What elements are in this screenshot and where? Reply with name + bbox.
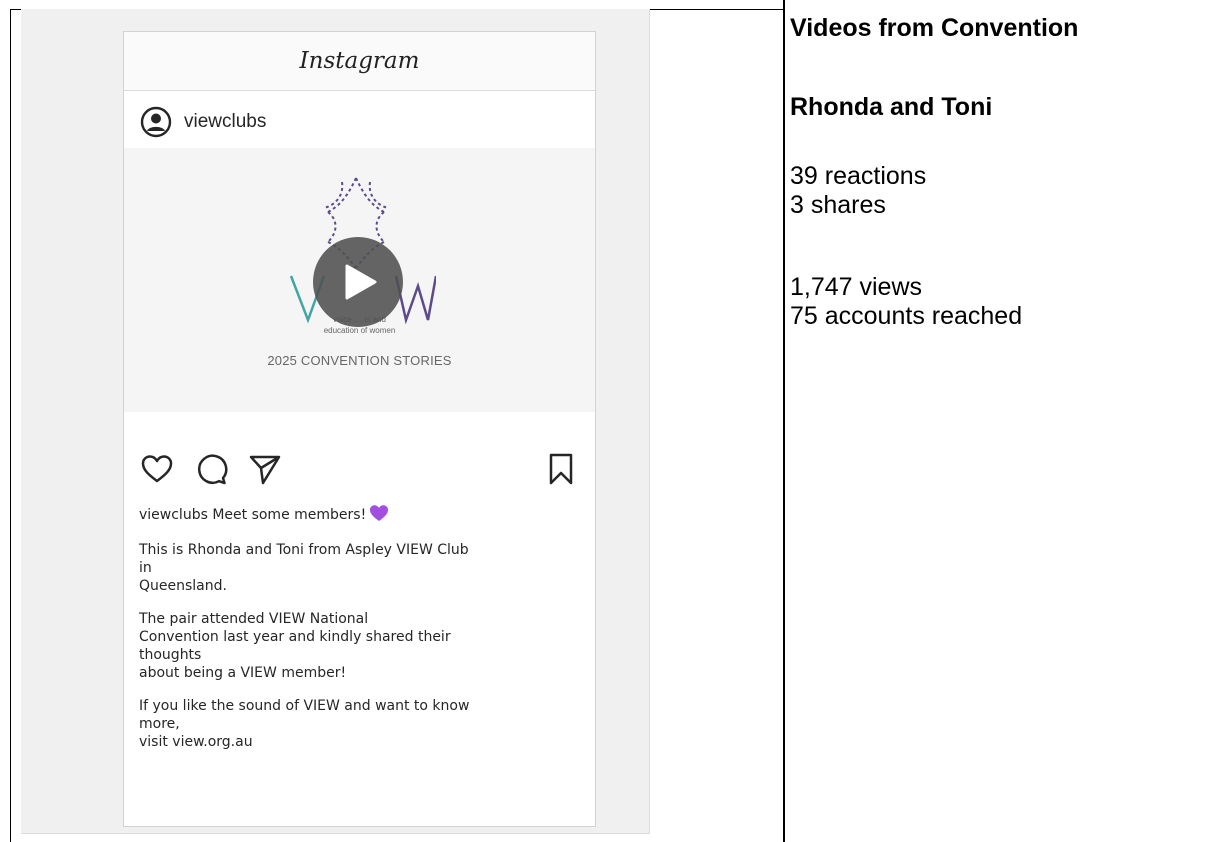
table-border-left	[10, 9, 11, 842]
instagram-screenshot: Instagram viewclubs education of women 2…	[21, 9, 650, 834]
bookmark-icon	[549, 453, 573, 485]
video-subtitle: Rhonda and Toni	[790, 93, 993, 121]
purple-heart-emoji-icon	[370, 505, 389, 521]
caption-line-1: viewclubs Meet some members!	[139, 504, 584, 524]
heart-icon	[141, 455, 173, 483]
post-caption: viewclubs Meet some members! This is Rho…	[139, 504, 584, 751]
instagram-post-card: Instagram viewclubs education of women 2…	[123, 31, 596, 827]
caption-paragraph-3: If you like the sound of VIEW and want t…	[139, 698, 470, 750]
reactions-count: 39 reactions	[790, 162, 927, 190]
post-video[interactable]: voice … ts and education of women 2025 C…	[124, 148, 595, 412]
play-icon	[345, 264, 377, 300]
comment-button[interactable]	[194, 452, 228, 486]
username[interactable]: viewclubs	[184, 111, 266, 133]
caption-first-line: viewclubs Meet some members!	[139, 507, 367, 523]
accounts-reached: 75 accounts reached	[790, 302, 1023, 330]
post-actions	[140, 452, 580, 486]
views-count: 1,747 views	[790, 273, 923, 301]
caption-paragraph-1: This is Rhonda and Toni from Aspley VIEW…	[139, 542, 469, 594]
profile-icon	[140, 106, 172, 138]
post-author[interactable]: viewclubs	[140, 104, 266, 140]
share-button[interactable]	[248, 452, 282, 486]
section-title: Videos from Convention	[790, 14, 1079, 42]
shares-count: 3 shares	[790, 191, 886, 219]
instagram-logo: Instagram	[299, 48, 420, 74]
video-title-text: 2025 CONVENTION STORIES	[267, 353, 452, 368]
like-button[interactable]	[140, 452, 174, 486]
table-border-middle	[783, 0, 785, 842]
comment-icon	[198, 454, 228, 485]
save-button[interactable]	[544, 452, 578, 486]
logo-tagline-2: education of women	[323, 326, 396, 335]
caption-paragraph-2: The pair attended VIEW National Conventi…	[139, 611, 451, 681]
share-icon	[249, 455, 281, 485]
play-button[interactable]	[313, 237, 403, 327]
instagram-header: Instagram	[124, 32, 595, 91]
